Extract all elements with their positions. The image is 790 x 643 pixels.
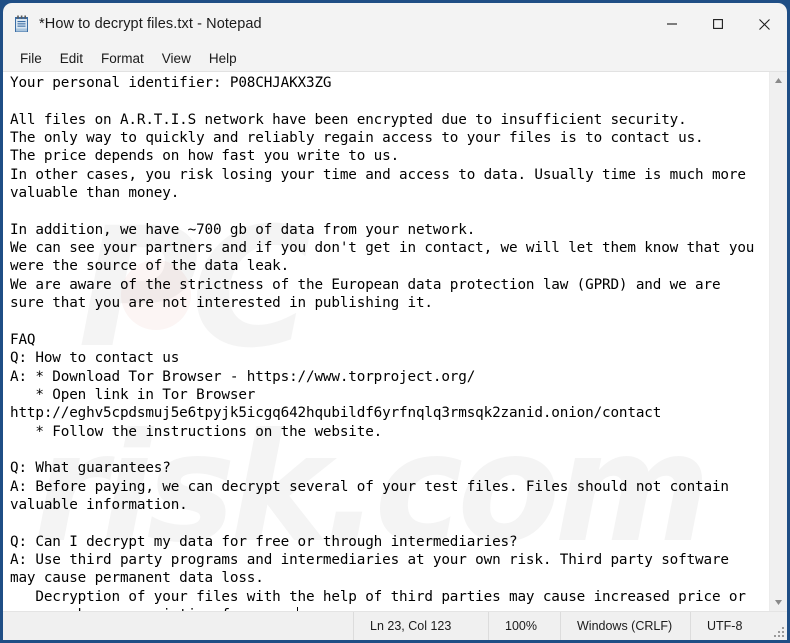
resize-grip-icon[interactable] bbox=[773, 626, 784, 637]
menu-item-format[interactable]: Format bbox=[92, 48, 153, 69]
menu-item-file[interactable]: File bbox=[11, 48, 51, 69]
status-bar: Ln 23, Col 123 100% Windows (CRLF) UTF-8 bbox=[3, 611, 787, 640]
editor-area: PC risk.com Your personal identifier: P0… bbox=[3, 72, 787, 611]
status-line-ending[interactable]: Windows (CRLF) bbox=[560, 612, 690, 640]
scroll-up-arrow-icon[interactable] bbox=[770, 72, 787, 89]
status-cursor-position: Ln 23, Col 123 bbox=[353, 612, 488, 640]
window-title: *How to decrypt files.txt - Notepad bbox=[39, 16, 262, 32]
scrollbar-track[interactable] bbox=[770, 89, 787, 594]
maximize-button[interactable] bbox=[695, 3, 741, 45]
text-editor[interactable]: PC risk.com Your personal identifier: P0… bbox=[3, 72, 769, 611]
ransom-note-text: Your personal identifier: P08CHJAKX3ZG A… bbox=[10, 75, 755, 611]
close-button[interactable] bbox=[741, 3, 787, 45]
menu-item-view[interactable]: View bbox=[153, 48, 200, 69]
vertical-scrollbar[interactable] bbox=[769, 72, 787, 611]
minimize-button[interactable] bbox=[649, 3, 695, 45]
title-bar: *How to decrypt files.txt - Notepad bbox=[3, 3, 787, 45]
window-controls bbox=[649, 3, 787, 45]
menu-item-help[interactable]: Help bbox=[200, 48, 246, 69]
menu-item-edit[interactable]: Edit bbox=[51, 48, 92, 69]
menu-bar: File Edit Format View Help bbox=[3, 45, 787, 72]
status-zoom-level[interactable]: 100% bbox=[488, 612, 560, 640]
notepad-window: *How to decrypt files.txt - Notepad File… bbox=[0, 0, 790, 643]
scroll-down-arrow-icon[interactable] bbox=[770, 594, 787, 611]
notepad-icon bbox=[13, 14, 31, 34]
